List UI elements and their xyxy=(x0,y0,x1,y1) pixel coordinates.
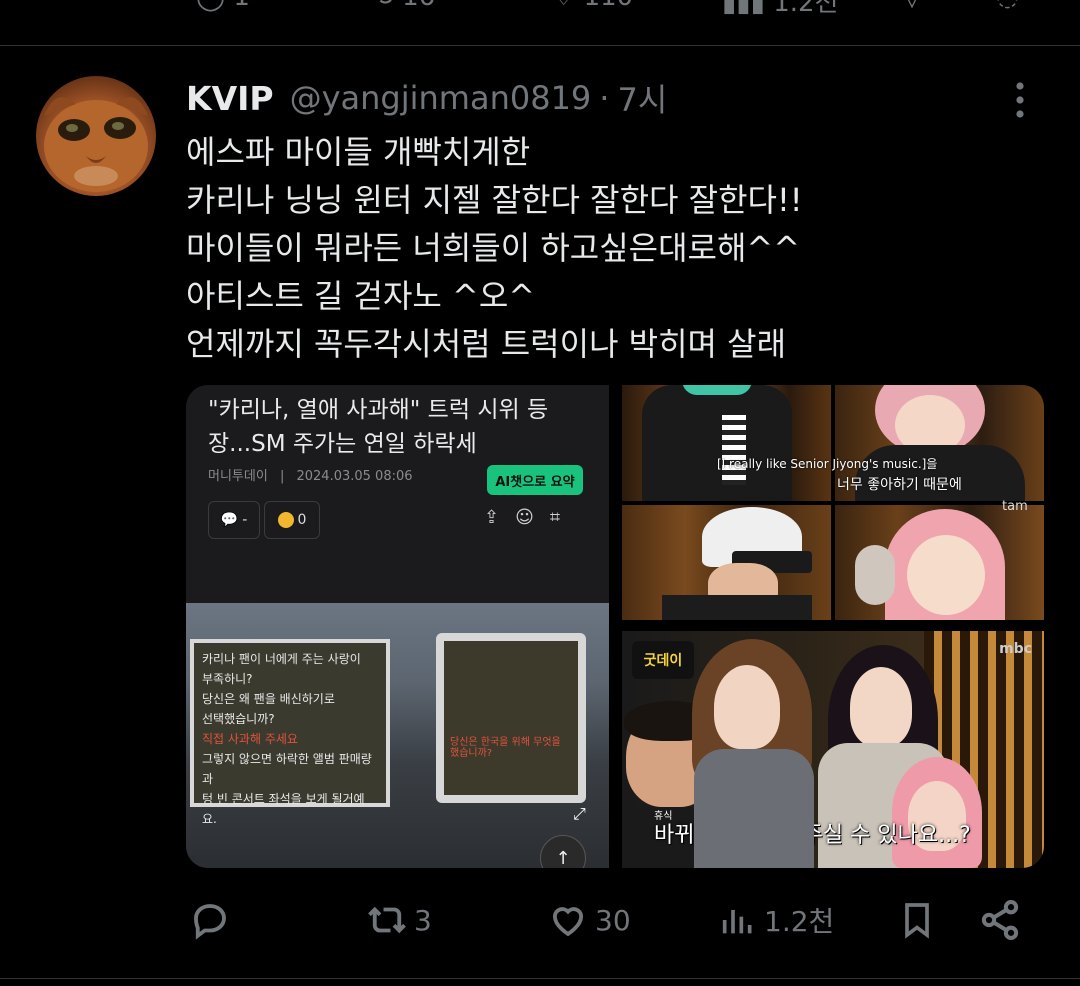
article-title: "카리나, 열애 사과해" 트럭 시위 등장...SM 주가는 연일 하락세 xyxy=(208,397,549,457)
like-count: 30 xyxy=(595,903,631,937)
person-center-body xyxy=(694,749,814,868)
tweet-timestamp[interactable]: 7시 xyxy=(617,75,667,121)
reply-icon xyxy=(194,904,226,940)
views-icon xyxy=(722,910,752,934)
previous-reply-button[interactable]: ◯ 1 xyxy=(196,0,250,12)
sign-line: 카리나 팬이 너에게 주는 사랑이 xyxy=(202,652,361,666)
protest-sign-left: 카리나 팬이 너에게 주는 사랑이 부족하니? 당신은 왜 팬을 배신하기로 선… xyxy=(190,639,390,826)
tweet-divider-top xyxy=(0,45,1080,46)
view-count: 1.2천 xyxy=(764,905,835,938)
sign-line: 당신은 왜 팬을 배신하기로 xyxy=(202,692,335,706)
header-separator: · xyxy=(599,79,610,117)
article-date: 2024.03.05 08:06 xyxy=(296,469,413,484)
comment-pill-value: - xyxy=(242,512,248,528)
bookmark-icon xyxy=(905,903,929,939)
sign-line: 직접 사과해 주세요 xyxy=(202,732,298,746)
person-center-face xyxy=(714,665,780,749)
share-icon xyxy=(981,900,1019,940)
previous-retweet-button[interactable]: ⟲ 16 xyxy=(372,0,435,12)
tweet-text-line: 에스파 마이들 개빡치게한 xyxy=(186,133,531,171)
tweet-text-line: 언제까지 꼭두각시처럼 트럭이나 박히며 살래 xyxy=(186,325,787,363)
bookmark-icon: ▽ xyxy=(902,0,922,12)
comment-pill: 💬 - xyxy=(208,501,260,539)
sign-screen: 당신은 한국을 위해 무엇을 했습니까? xyxy=(444,641,578,795)
previous-retweet-count: 16 xyxy=(402,0,435,12)
reply-button[interactable] xyxy=(189,890,237,950)
article-toolbar: ⇪ ☺ ⌗ xyxy=(484,507,560,528)
show-logo: 굿데이 xyxy=(632,641,694,679)
reply-icon: ◯ xyxy=(196,0,225,12)
previous-bookmark-button[interactable]: ▽ xyxy=(902,0,922,12)
previous-share-button[interactable]: ◌ xyxy=(996,0,1019,12)
share-icon: ⇪ xyxy=(484,507,500,528)
article-meta: 머니투데이 | 2024.03.05 08:06 xyxy=(208,469,413,484)
tweet-text-line: 마이들이 뭐라든 너희들이 하고싶은대로해^^ xyxy=(186,229,801,267)
grid-panel xyxy=(622,385,831,501)
sign-line: 당신은 한국을 위해 무엇을 했습니까? xyxy=(450,737,561,759)
previous-tweet-action-bar: ◯ 1 ⟲ 16 ♡ 110 ▮▮▮ 1.2천 ▽ ◌ xyxy=(0,0,1080,18)
previous-reply-count: 1 xyxy=(233,0,250,12)
ai-summary-button: AI챗으로 요약 xyxy=(487,465,583,495)
retweet-icon xyxy=(368,906,406,934)
more-vertical-icon xyxy=(1016,82,1024,118)
views-icon: ▮▮▮ xyxy=(722,0,765,18)
retweet-icon: ⟲ xyxy=(372,0,394,12)
coin-icon xyxy=(277,512,294,528)
network-logo: mbc xyxy=(999,641,1032,657)
previous-views-button[interactable]: ▮▮▮ 1.2천 xyxy=(722,0,838,19)
author-handle[interactable]: @yangjinman0819 xyxy=(290,79,592,117)
sign-line: 부족하니? xyxy=(202,672,253,686)
sign-line: 선택했습니까? xyxy=(202,712,275,726)
scan-icon: ⌗ xyxy=(549,507,560,528)
protest-sign-right: 당신은 한국을 위해 무엇을 했습니까? xyxy=(436,633,586,803)
heart-icon: ♡ xyxy=(552,0,575,12)
avatar[interactable] xyxy=(36,76,156,196)
article-source: 머니투데이 xyxy=(208,469,268,484)
grid-subtitle-korean: 너무 좋아하기 때문에 xyxy=(837,477,962,493)
tweet-text-line: 카리나 닝닝 윈터 지젤 잘한다 잘한다 잘한다!! xyxy=(186,181,803,219)
reaction-count: 0 xyxy=(297,512,307,528)
share-icon: ◌ xyxy=(996,0,1019,12)
grid-panel xyxy=(835,505,1044,620)
reaction-pill: 0 xyxy=(264,501,320,539)
previous-like-button[interactable]: ♡ 110 xyxy=(552,0,633,12)
cat-avatar-image xyxy=(44,97,148,192)
media-image-grid[interactable]: [I really like Senior Jiyong's music.]을 … xyxy=(622,385,1044,620)
tweet-text-line: 아티스트 길 걷자노 ^오^ xyxy=(186,277,536,315)
like-button[interactable]: 30 xyxy=(547,890,631,950)
grid-panel xyxy=(622,505,831,620)
tweet-text: 에스파 마이들 개빡치게한 카리나 닝닝 윈터 지젤 잘한다 잘한다 잘한다!!… xyxy=(186,128,1046,368)
heart-icon xyxy=(552,907,584,937)
sign-line: 텅 빈 콘서트 좌석을 보게 될거예요. xyxy=(202,792,365,826)
retweet-button[interactable]: 3 xyxy=(366,890,432,950)
sign-line: 그렇지 않으면 하락한 앨범 판매량과 xyxy=(202,752,372,786)
tweet-action-bar: 3 30 1.2천 xyxy=(0,890,1080,950)
bookmark-button[interactable] xyxy=(897,890,937,950)
media-image-show[interactable]: 굿데이 mbc 휴식 바뀌벌레도 잡아주실 수 있나요...? xyxy=(622,631,1044,868)
more-options-button[interactable] xyxy=(1006,80,1034,120)
views-button[interactable]: 1.2천 xyxy=(718,890,834,950)
bot-icon: ☺ xyxy=(515,507,534,528)
previous-view-count: 1.2천 xyxy=(773,0,839,18)
comment-icon: 💬 xyxy=(220,512,239,528)
truck-protest-photo: 카리나 팬이 너에게 주는 사랑이 부족하니? 당신은 왜 팬을 배신하기로 선… xyxy=(186,603,609,868)
share-button[interactable] xyxy=(978,890,1022,950)
expand-icon: ⤢ xyxy=(573,804,586,823)
tweet-divider-bottom xyxy=(0,978,1080,979)
author-name[interactable]: KVIP xyxy=(186,79,274,118)
tweet-media: "카리나, 열애 사과해" 트럭 시위 등장...SM 주가는 연일 하락세 머… xyxy=(186,385,1044,868)
previous-like-count: 110 xyxy=(584,0,634,12)
grid-subtitle-english: [I really like Senior Jiyong's music.]을 xyxy=(717,457,938,471)
grid-watermark: tam xyxy=(1002,499,1028,514)
retweet-count: 3 xyxy=(414,903,432,937)
person-right-face xyxy=(850,667,912,747)
media-image-article[interactable]: "카리나, 열애 사과해" 트럭 시위 등장...SM 주가는 연일 하락세 머… xyxy=(186,385,609,868)
tweet-header: KVIP @yangjinman0819 · 7시 xyxy=(186,76,667,120)
